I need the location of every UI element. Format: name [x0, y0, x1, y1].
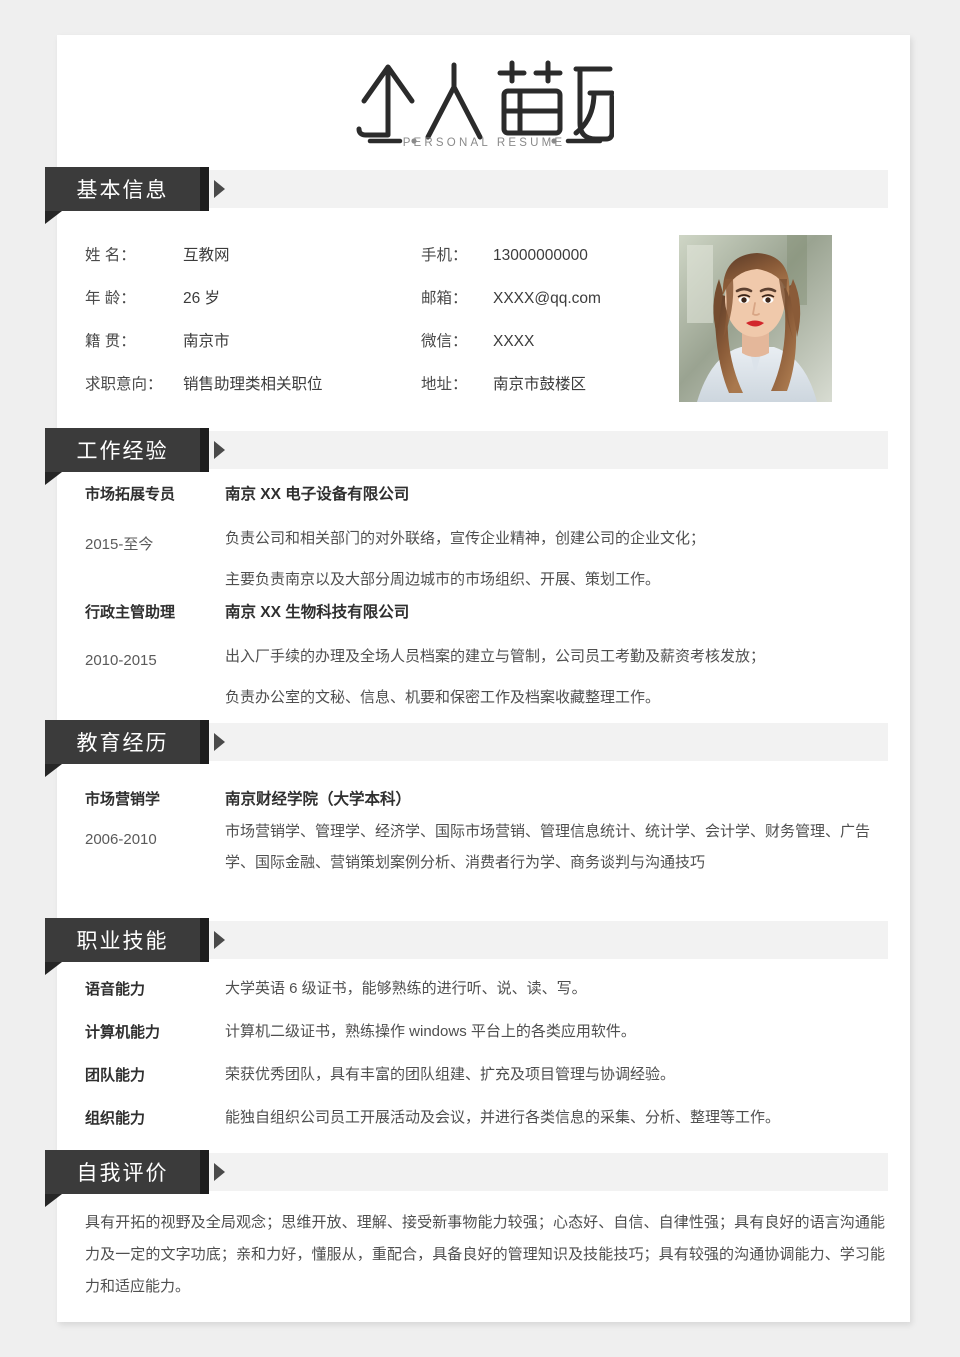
info-row: 求职意向： 销售助理类相关职位	[85, 372, 323, 394]
info-value: 互教网	[183, 247, 230, 264]
info-label: 籍 贯：	[85, 333, 136, 350]
banner-fold-shadow	[45, 764, 62, 777]
banner-bevel	[200, 720, 209, 764]
work-date: 2010-2015	[85, 652, 157, 669]
resume-logo-header: PERSONAL RESUME	[57, 35, 910, 165]
work-position: 市场拓展专员	[85, 486, 176, 503]
skill-label: 语音能力	[85, 981, 146, 998]
banner-fold-shadow	[45, 472, 62, 485]
self-evaluation-text: 具有开拓的视野及全局观念；思维开放、理解、接受新事物能力较强；心态好、自信、自律…	[85, 1214, 885, 1295]
skill-text: 计算机二级证书，熟练操作 windows 平台上的各类应用软件。	[225, 1023, 636, 1040]
work-duty: 负责公司和相关部门的对外联络，宣传企业精神，创建公司的企业文化；	[225, 530, 706, 547]
section-header-basic-info: 基本信息	[45, 167, 225, 224]
info-label: 手机：	[421, 247, 468, 264]
info-value: 南京市	[183, 333, 230, 350]
info-row: 微信： XXXX	[421, 329, 534, 351]
banner-arrow-icon	[214, 180, 225, 198]
banner-arrow-icon	[214, 441, 225, 459]
skill-label: 组织能力	[85, 1110, 146, 1127]
banner-arrow-icon	[214, 733, 225, 751]
info-row: 姓 名： 互教网	[85, 243, 230, 265]
logo-subtitle: PERSONAL RESUME	[402, 137, 565, 149]
skill-text: 能独自组织公司员工开展活动及会议，并进行各类信息的采集、分析、整理等工作。	[225, 1109, 781, 1126]
work-company: 南京 XX 生物科技有限公司	[225, 604, 410, 621]
info-label: 姓 名：	[85, 247, 136, 264]
education-courses: 市场营销学、管理学、经济学、国际市场营销、管理信息统计、统计学、会计学、财务管理…	[225, 823, 871, 871]
info-row: 邮箱： XXXX@qq.com	[421, 286, 601, 308]
banner-fold-shadow	[45, 1194, 62, 1207]
skill-text: 荣获优秀团队，具有丰富的团队组建、扩充及项目管理与协调经验。	[225, 1066, 676, 1083]
skill-label: 团队能力	[85, 1067, 146, 1084]
work-company: 南京 XX 电子设备有限公司	[225, 486, 410, 503]
banner-bevel	[200, 918, 209, 962]
banner-fold-shadow	[45, 962, 62, 975]
work-position: 行政主管助理	[85, 604, 176, 621]
banner-bevel	[200, 1150, 209, 1194]
info-value: XXXX	[493, 333, 535, 350]
section-header-education-label: 教育经历	[76, 732, 169, 755]
banner-arrow-icon	[214, 1163, 225, 1181]
avatar	[679, 235, 832, 402]
info-row: 手机： 13000000000	[421, 243, 588, 265]
resume-page: PERSONAL RESUME 基本信息 姓 名： 互教网 年 龄： 26 岁 籍 …	[45, 35, 910, 1322]
info-value: 销售助理类相关职位	[183, 376, 323, 393]
banner-bevel	[200, 167, 209, 211]
info-value: 13000000000	[493, 247, 588, 264]
section-header-education: 教育经历	[45, 720, 225, 777]
personal-resume-logo-icon: PERSONAL RESUME	[356, 60, 614, 149]
work-duty: 出入厂手续的办理及全场人员档案的建立与管制，公司员工考勤及薪资考核发放；	[225, 648, 766, 665]
education-school: 南京财经学院（大学本科）	[225, 791, 412, 808]
info-row: 年 龄： 26 岁	[85, 286, 220, 308]
skill-label: 计算机能力	[85, 1024, 161, 1041]
info-row: 地址： 南京市鼓楼区	[421, 372, 586, 394]
info-value: 南京市鼓楼区	[493, 376, 587, 393]
info-label: 邮箱：	[421, 290, 468, 307]
section-header-self-eval-label: 自我评价	[76, 1162, 169, 1185]
section-header-skills-label: 职业技能	[76, 930, 169, 953]
banner-arrow-icon	[214, 931, 225, 949]
work-duty: 主要负责南京以及大部分周边城市的市场组织、开展、策划工作。	[225, 571, 661, 588]
education-date: 2006-2010	[85, 831, 157, 848]
info-value: XXXX@qq.com	[493, 290, 601, 307]
banner-bevel	[200, 428, 209, 472]
section-header-work: 工作经验	[45, 428, 225, 485]
info-label: 年 龄：	[85, 290, 136, 307]
info-label: 求职意向：	[85, 376, 163, 393]
education-major: 市场营销学	[85, 791, 161, 808]
section-header-skills: 职业技能	[45, 918, 225, 975]
info-value: 26 岁	[183, 290, 221, 307]
info-label: 地址：	[421, 376, 468, 393]
banner-fold-shadow	[45, 211, 62, 224]
section-header-work-label: 工作经验	[76, 440, 169, 463]
section-header-self-eval: 自我评价	[45, 1150, 225, 1207]
work-date: 2015-至今	[85, 536, 154, 553]
section-header-basic-info-label: 基本信息	[76, 179, 169, 202]
info-row: 籍 贯： 南京市	[85, 329, 230, 351]
skill-text: 大学英语 6 级证书，能够熟练的进行听、说、读、写。	[225, 980, 587, 997]
work-duty: 负责办公室的文秘、信息、机要和保密工作及档案收藏整理工作。	[225, 689, 661, 706]
info-label: 微信：	[421, 333, 468, 350]
